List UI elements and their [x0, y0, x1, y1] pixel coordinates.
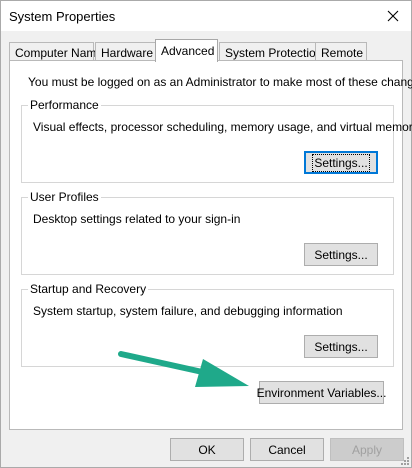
startup-recovery-group: Startup and Recovery System startup, sys… — [21, 282, 394, 367]
tab-hardware[interactable]: Hardware — [95, 42, 156, 61]
window-title: System Properties — [9, 9, 116, 24]
performance-title: Performance — [28, 98, 101, 112]
user-profiles-description: Desktop settings related to your sign-in — [33, 212, 241, 226]
cancel-button[interactable]: Cancel — [250, 438, 324, 461]
tab-remote[interactable]: Remote — [315, 42, 367, 61]
startup-recovery-description: System startup, system failure, and debu… — [33, 304, 343, 318]
user-profiles-group: User Profiles Desktop settings related t… — [21, 190, 394, 275]
performance-settings-button[interactable]: Settings... — [304, 151, 378, 174]
startup-recovery-settings-button[interactable]: Settings... — [304, 335, 378, 358]
user-profiles-settings-button[interactable]: Settings... — [304, 243, 378, 266]
admin-note: You must be logged on as an Administrato… — [28, 75, 412, 89]
resize-grip-icon[interactable] — [399, 455, 409, 465]
system-properties-window: System Properties Computer Name Hardware… — [0, 0, 412, 468]
startup-recovery-title: Startup and Recovery — [28, 282, 149, 296]
advanced-tab-panel: You must be logged on as an Administrato… — [9, 60, 412, 430]
tab-computer-name[interactable]: Computer Name — [9, 42, 103, 61]
user-profiles-title: User Profiles — [28, 190, 101, 204]
tab-advanced[interactable]: Advanced — [155, 39, 218, 62]
performance-description: Visual effects, processor scheduling, me… — [33, 120, 412, 134]
environment-variables-button[interactable]: Environment Variables... — [257, 381, 386, 404]
close-icon[interactable] — [383, 6, 403, 26]
performance-group: Performance Visual effects, processor sc… — [21, 98, 412, 183]
tab-system-protection[interactable]: System Protection — [219, 42, 322, 61]
title-bar: System Properties — [1, 1, 411, 31]
ok-button[interactable]: OK — [170, 438, 244, 461]
apply-button[interactable]: Apply — [330, 438, 404, 461]
